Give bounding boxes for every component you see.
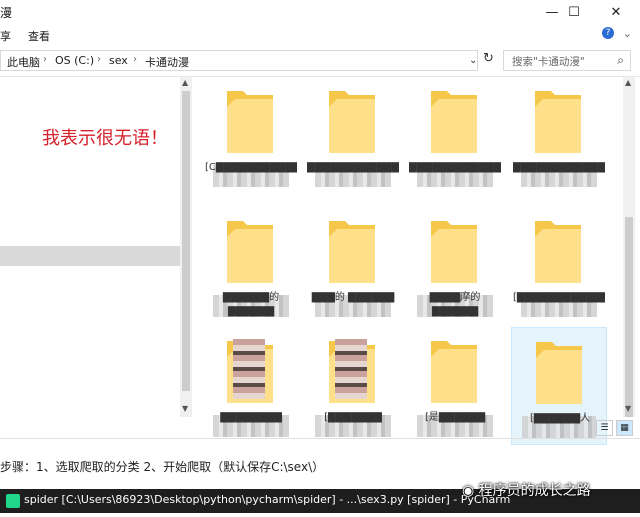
title-bar: 漫 — ☐ ✕ bbox=[0, 0, 640, 24]
folder-icon bbox=[431, 341, 477, 403]
taskbar-window-title[interactable]: spider [C:\Users\86923\Desktop\python\py… bbox=[24, 493, 510, 506]
folder-label: ▇▇▇的 ▇▇▇▇▇▇ bbox=[311, 292, 395, 303]
tab-view[interactable]: 查看 bbox=[28, 28, 50, 44]
steps-instructions: 步骤：1、选取爬取的分类 2、开始爬取（默认保存C:\sex\） bbox=[0, 460, 325, 474]
folder-label: [▇▇▇▇▇▇人 bbox=[529, 413, 591, 424]
folder-item[interactable]: [▇▇▇▇▇▇▇ bbox=[305, 327, 401, 445]
annotation-text: 我表示很无语！ bbox=[42, 128, 168, 149]
scroll-down-icon[interactable]: ▼ bbox=[182, 404, 188, 413]
watermark-text: 程序员的成长之路 bbox=[478, 483, 591, 499]
breadcrumb-separator-icon[interactable]: › bbox=[133, 54, 137, 65]
folder-icon bbox=[535, 91, 581, 153]
watermark: ◉ 程序员的成长之路 bbox=[462, 480, 591, 500]
folder-item[interactable]: ▇▇▇▇▇▇▇▇▇▇▇▇ bbox=[407, 77, 503, 195]
folder-label: ▇▇▇▇摩的 ▇▇▇▇▇▇ bbox=[429, 292, 481, 317]
navigation-selected-item[interactable] bbox=[0, 246, 180, 266]
breadcrumb-separator-icon[interactable]: › bbox=[97, 54, 101, 65]
folder-item[interactable]: [▇▇▇▇▇▇人 bbox=[511, 327, 607, 445]
wechat-icon: ◉ bbox=[462, 483, 479, 499]
content-scrollbar[interactable]: ▲ ▼ bbox=[623, 77, 635, 417]
help-icon[interactable]: ? bbox=[602, 27, 614, 39]
folder-label: ▇▇▇▇▇▇▇▇▇▇▇▇ bbox=[513, 162, 605, 173]
maximize-button[interactable]: ☐ bbox=[554, 0, 594, 24]
address-bar[interactable]: 此电脑 › OS (C:) › sex › 卡通动漫 ⌄ bbox=[0, 50, 478, 71]
folder-icon bbox=[227, 91, 273, 153]
breadcrumb-separator-icon[interactable]: › bbox=[43, 54, 47, 65]
folder-icon bbox=[227, 221, 273, 283]
folder-label: ▇▇▇▇▇▇▇▇▇▇▇▇ bbox=[409, 162, 501, 173]
breadcrumb-current-folder[interactable]: 卡通动漫 bbox=[145, 54, 189, 70]
details-view-icon[interactable]: ☰ bbox=[596, 420, 613, 436]
folder-thumbnail-image bbox=[233, 339, 265, 399]
folder-icon bbox=[536, 342, 582, 404]
refresh-icon[interactable]: ↻ bbox=[483, 51, 497, 67]
search-icon[interactable]: ⌕ bbox=[617, 53, 624, 68]
folder-label: ▇▇▇▇▇▇▇▇▇▇▇▇ bbox=[307, 162, 399, 173]
folder-icon bbox=[431, 221, 477, 283]
scroll-up-icon[interactable]: ▲ bbox=[625, 78, 631, 87]
folder-label: [C▇▇▇▇▇▇▇▇▇▇▇▇▇▇▇▇▇ bbox=[205, 162, 297, 173]
address-dropdown-icon[interactable]: ⌄ bbox=[469, 55, 477, 66]
folder-item[interactable]: ▇▇▇▇▇▇▇▇▇▇▇▇ bbox=[511, 77, 607, 195]
breadcrumb-os-c[interactable]: OS (C:) bbox=[55, 54, 94, 67]
folder-icon bbox=[329, 221, 375, 283]
close-button[interactable]: ✕ bbox=[596, 0, 636, 24]
file-view[interactable]: [C▇▇▇▇▇▇▇▇▇▇▇ ▇▇▇▇▇▇▇▇▇▇▇▇ ▇▇▇▇▇▇▇▇▇▇▇▇ ▇▇▇… bbox=[193, 77, 623, 445]
folder-item[interactable]: ▇▇▇▇▇▇▇▇ bbox=[203, 327, 299, 445]
folder-icon bbox=[535, 221, 581, 283]
folder-item[interactable]: ▇▇▇▇摩的 ▇▇▇▇▇▇ bbox=[407, 207, 503, 325]
search-input[interactable]: 搜索"卡通动漫" ⌕ bbox=[503, 50, 631, 71]
folder-item[interactable]: [C▇▇▇▇▇▇▇▇▇▇▇▇▇▇▇▇▇ bbox=[203, 77, 299, 195]
scroll-down-icon[interactable]: ▼ bbox=[625, 404, 631, 413]
folder-thumbnail-image bbox=[335, 339, 367, 399]
window-title: 漫 bbox=[0, 6, 13, 20]
folder-label: [▇▇▇▇▇▇▇▇▇▇▇▇ bbox=[513, 292, 605, 303]
ribbon-collapse-icon[interactable]: ⌄ bbox=[623, 27, 632, 40]
folder-item[interactable]: [是▇▇▇▇▇▇ bbox=[407, 327, 503, 445]
search-placeholder: 搜索"卡通动漫" bbox=[512, 56, 585, 68]
pycharm-icon bbox=[6, 494, 20, 508]
breadcrumb-this-pc[interactable]: 此电脑 bbox=[7, 54, 40, 70]
folder-label: ▇▇▇▇▇▇的 ▇▇▇▇▇▇ bbox=[222, 292, 280, 317]
folder-item[interactable]: ▇▇▇▇▇▇▇▇▇▇▇▇ bbox=[305, 77, 401, 195]
folder-item[interactable]: ▇▇▇▇▇▇的 ▇▇▇▇▇▇ bbox=[203, 207, 299, 325]
folder-item[interactable]: ▇▇▇的 ▇▇▇▇▇▇ bbox=[305, 207, 401, 325]
navigation-scrollbar[interactable]: ▲ ▼ bbox=[180, 77, 192, 417]
scrollbar-thumb[interactable] bbox=[625, 217, 633, 417]
view-switcher: ☰ ▦ bbox=[596, 420, 636, 438]
scroll-up-icon[interactable]: ▲ bbox=[182, 78, 188, 87]
tab-share[interactable]: 享 bbox=[0, 28, 11, 44]
breadcrumb-sex[interactable]: sex bbox=[109, 54, 128, 67]
scrollbar-thumb[interactable] bbox=[182, 91, 190, 391]
folder-icon bbox=[431, 91, 477, 153]
folder-icon bbox=[329, 91, 375, 153]
large-icons-view-icon[interactable]: ▦ bbox=[616, 420, 633, 436]
address-row: 此电脑 › OS (C:) › sex › 卡通动漫 ⌄ ↻ 搜索"卡通动漫" … bbox=[0, 46, 640, 77]
divider bbox=[0, 438, 640, 439]
ribbon-tabs: 享 查看 ⌄ ? bbox=[0, 24, 640, 46]
folder-item[interactable]: [▇▇▇▇▇▇▇▇▇▇▇▇ bbox=[511, 207, 607, 325]
